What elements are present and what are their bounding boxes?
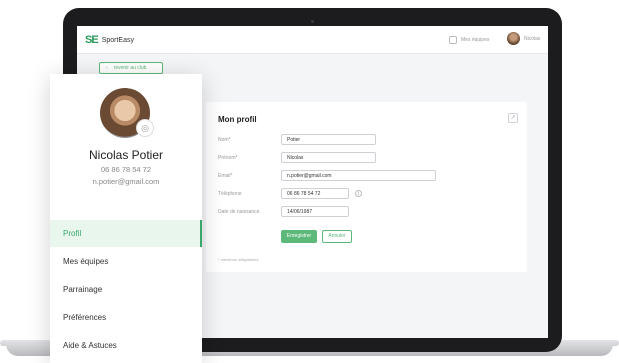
first-name-field[interactable]: Nicolas (281, 152, 376, 163)
first-name-row: Prénom* Nicolas (218, 152, 376, 163)
first-name-label: Prénom* (218, 154, 238, 161)
nav-item-parrainage[interactable]: Parrainage (50, 276, 202, 303)
profile-name: Nicolas Potier (88, 148, 164, 162)
nav-item-preferences[interactable]: Préférences (50, 304, 202, 331)
form-title: Mon profil (218, 115, 257, 124)
birthdate-field[interactable]: 14/06/1987 (281, 206, 349, 217)
birthdate-row: Date de naissance 14/06/1987 (218, 206, 349, 217)
profile-sidebar: ◎ Nicolas Potier 06 86 78 54 72 n.potier… (50, 74, 202, 363)
teams-icon (449, 36, 457, 44)
profile-form-card: Mon profil ↗ Nom* Potier Prénom* Nicolas… (206, 102, 527, 272)
webcam (311, 20, 314, 23)
chevron-left-icon: ‹ (106, 65, 108, 71)
cancel-button[interactable]: Annuler (322, 230, 352, 243)
back-to-club-button[interactable]: ‹ revenir au club (99, 62, 163, 74)
expand-icon[interactable]: ↗ (508, 113, 518, 123)
logo-mark: SE (85, 34, 99, 46)
app-logo[interactable]: SE SportEasy (85, 34, 134, 46)
last-name-label: Nom* (218, 136, 231, 143)
nav-item-aide-astuces[interactable]: Aide & Astuces (50, 332, 202, 359)
logo-text: SportEasy (101, 36, 134, 44)
email-label: Email* (218, 172, 233, 179)
my-teams-label: Mes équipes (461, 37, 490, 43)
app-header: SE SportEasy Mes équipes Nicolas (77, 26, 548, 54)
profile-email: n.potier@gmail.com (92, 177, 160, 186)
back-to-club-label: revenir au club (113, 65, 147, 71)
laptop-mockup: SE SportEasy Mes équipes Nicolas ‹ reven… (0, 0, 619, 363)
user-avatar (507, 32, 520, 45)
last-name-field[interactable]: Potier (281, 134, 376, 145)
user-name: Nicolas (524, 35, 541, 42)
phone-field[interactable]: 06 86 78 54 72 (281, 188, 349, 199)
profile-phone: 06 86 78 54 72 (100, 165, 152, 174)
my-teams-link[interactable]: Mes équipes (449, 36, 489, 44)
camera-icon[interactable]: ◎ (136, 119, 154, 137)
phone-row: Téléphone 06 86 78 54 72 i (218, 188, 362, 199)
save-button[interactable]: Enregistrer (281, 230, 317, 243)
required-note: * mentions obligatoires (218, 257, 259, 262)
info-icon[interactable]: i (355, 190, 362, 197)
email-row: Email* n.potier@gmail.com (218, 170, 436, 181)
nav-item-mes-equipes[interactable]: Mes équipes (50, 248, 202, 275)
email-field[interactable]: n.potier@gmail.com (281, 170, 436, 181)
phone-label: Téléphone (218, 190, 242, 197)
user-menu[interactable]: Nicolas (507, 32, 540, 45)
nav-item-profil[interactable]: Profil (50, 220, 202, 247)
birthdate-label: Date de naissance (218, 208, 260, 215)
last-name-row: Nom* Potier (218, 134, 376, 145)
